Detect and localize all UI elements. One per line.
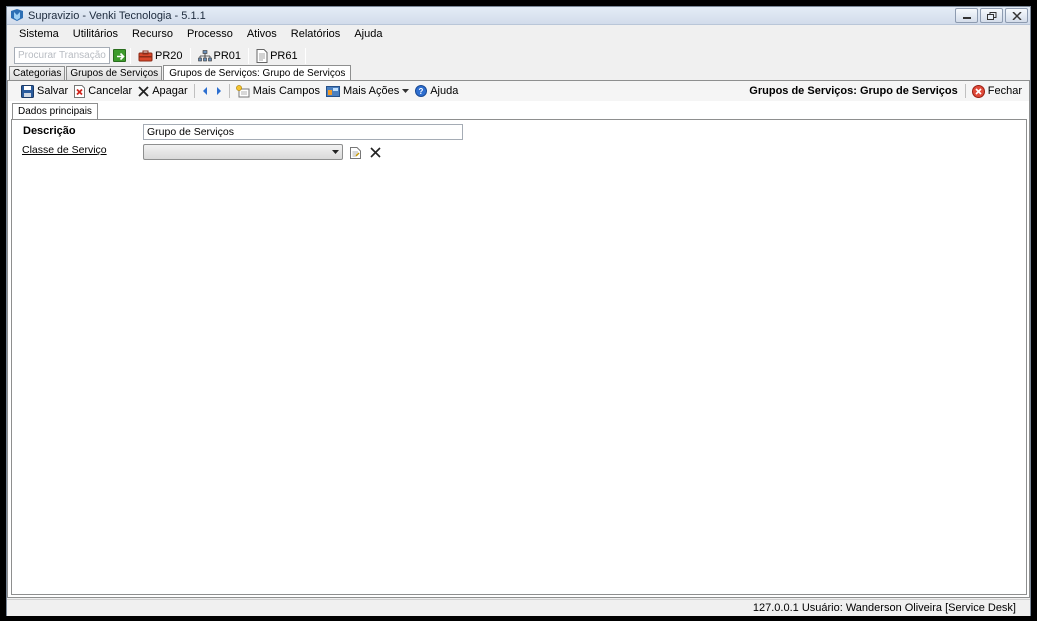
separator	[228, 84, 230, 98]
help-label: Ajuda	[430, 85, 459, 97]
more-fields-label: Mais Campos	[252, 85, 320, 97]
close-icon	[1012, 12, 1022, 20]
cancel-label: Cancelar	[88, 85, 133, 97]
arrow-right-icon	[216, 87, 221, 95]
shortcut-label: PR61	[270, 49, 298, 62]
tab-dados-principais[interactable]: Dados principais	[12, 103, 98, 120]
cancel-document-icon	[74, 84, 86, 98]
shortcut-label: PR01	[213, 49, 242, 62]
svg-text:?: ?	[419, 87, 424, 96]
org-chart-icon	[197, 49, 212, 61]
menu-ativos[interactable]: Ativos	[240, 25, 284, 45]
minimize-button[interactable]	[955, 8, 978, 23]
descricao-label: Descrição	[23, 125, 76, 137]
separator	[193, 84, 195, 98]
window-title: Supravizio - Venki Tecnologia - 5.1.1	[28, 10, 206, 22]
quick-bar: Procurar Transação PR20 PR01 PR61	[7, 45, 1030, 66]
save-label: Salvar	[37, 85, 69, 97]
delete-label: Apagar	[152, 85, 188, 97]
status-text: 127.0.0.1 Usuário: Wanderson Oliveira [S…	[752, 602, 1016, 614]
help-button[interactable]: ? Ajuda	[412, 85, 461, 97]
detail-tabs: Dados principais	[12, 102, 98, 120]
menu-utilitarios[interactable]: Utilitários	[66, 25, 125, 45]
title-bar: Supravizio - Venki Tecnologia - 5.1.1	[7, 7, 1030, 25]
actions-icon	[325, 85, 340, 97]
document-panel: Salvar Cancelar Apagar Mais Campos Mais …	[7, 80, 1030, 598]
close-circle-icon	[971, 84, 985, 98]
more-actions-button[interactable]: Mais Ações	[323, 85, 412, 98]
menu-bar: Sistema Utilitários Recurso Processo Ati…	[7, 25, 1030, 45]
previous-record-button[interactable]	[198, 86, 212, 96]
separator	[130, 47, 131, 64]
shortcut-label: PR20	[155, 49, 183, 62]
menu-recurso[interactable]: Recurso	[125, 25, 180, 45]
transaction-search-input[interactable]: Procurar Transação	[14, 47, 110, 64]
separator	[189, 47, 191, 64]
status-bar: 127.0.0.1 Usuário: Wanderson Oliveira [S…	[7, 599, 1030, 616]
document-tabs: Categorias Grupos de Serviços Grupos de …	[7, 64, 1030, 82]
minimize-icon	[963, 17, 971, 19]
action-toolbar: Salvar Cancelar Apagar Mais Campos Mais …	[8, 81, 1029, 101]
form-panel: Descrição Grupo de Serviços Classe de Se…	[11, 119, 1027, 595]
menu-sistema[interactable]: Sistema	[12, 25, 66, 45]
restore-button[interactable]	[980, 8, 1003, 23]
close-document-button[interactable]: Fechar	[969, 84, 1025, 98]
app-logo-icon	[11, 9, 23, 21]
descricao-field[interactable]: Grupo de Serviços	[143, 124, 463, 140]
close-window-button[interactable]	[1005, 8, 1028, 23]
classe-de-servico-select[interactable]	[143, 144, 343, 160]
restore-icon	[987, 12, 997, 20]
delete-button[interactable]: Apagar	[135, 85, 190, 97]
clear-x-icon[interactable]	[370, 147, 381, 158]
menu-ajuda[interactable]: Ajuda	[347, 25, 389, 45]
shortcut-pr01-button[interactable]: PR01	[195, 50, 245, 62]
toolbox-icon	[138, 50, 153, 61]
chevron-down-icon	[332, 150, 339, 154]
separator	[304, 47, 306, 64]
app-window: Supravizio - Venki Tecnologia - 5.1.1 Si…	[6, 6, 1031, 616]
cancel-button[interactable]: Cancelar	[71, 84, 135, 98]
save-button[interactable]: Salvar	[18, 84, 71, 98]
edit-record-icon[interactable]	[350, 147, 361, 159]
arrow-right-icon	[117, 52, 125, 61]
document-title: Grupos de Serviços: Grupo de Serviços	[749, 85, 958, 97]
help-icon: ?	[415, 85, 428, 97]
separator	[248, 47, 250, 64]
add-fields-icon	[235, 84, 250, 97]
go-button[interactable]	[113, 49, 126, 62]
next-record-button[interactable]	[212, 86, 226, 96]
shortcut-pr20-button[interactable]: PR20	[135, 50, 186, 62]
separator	[964, 84, 966, 98]
floppy-disk-icon	[21, 84, 34, 98]
more-fields-button[interactable]: Mais Campos	[233, 84, 323, 98]
tab-grupos-de-servicos[interactable]: Grupos de Serviços	[66, 66, 163, 81]
close-label: Fechar	[987, 85, 1022, 97]
delete-x-icon	[138, 85, 149, 97]
document-icon	[256, 48, 268, 63]
dropdown-arrow-icon	[402, 89, 410, 93]
menu-relatorios[interactable]: Relatórios	[284, 25, 348, 45]
shortcut-pr61-button[interactable]: PR61	[253, 48, 301, 63]
tab-categorias[interactable]: Categorias	[9, 66, 66, 81]
more-actions-label: Mais Ações	[342, 85, 400, 97]
classe-de-servico-link[interactable]: Classe de Serviço	[22, 144, 107, 156]
arrow-left-icon	[202, 87, 207, 95]
menu-processo[interactable]: Processo	[180, 25, 240, 45]
